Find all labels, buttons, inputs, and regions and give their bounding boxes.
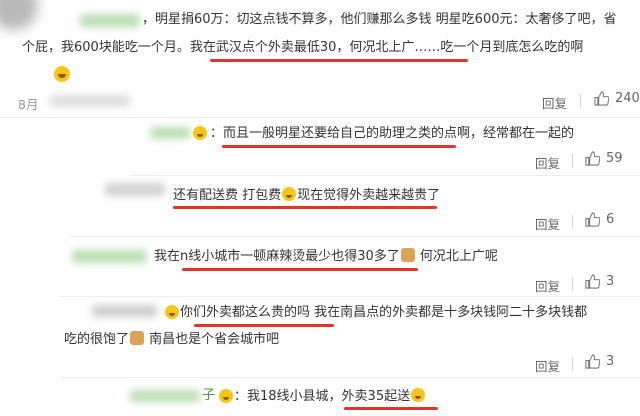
reply-button[interactable]: 回复 bbox=[535, 356, 560, 375]
reply-button[interactable]: 回复 bbox=[542, 93, 567, 112]
comment-date: 8月 bbox=[18, 97, 39, 112]
separator bbox=[70, 236, 640, 237]
separator bbox=[60, 377, 640, 378]
separator bbox=[60, 296, 640, 297]
like-button[interactable]: 6 bbox=[585, 212, 614, 227]
username-redacted[interactable] bbox=[130, 390, 200, 402]
doge-emoji-icon bbox=[130, 331, 145, 345]
thumbs-up-icon bbox=[585, 354, 600, 369]
comment-text-line2: 吃的很饱了 南昌也是个省会城市吧 bbox=[64, 331, 280, 347]
like-count: 240 bbox=[615, 91, 640, 106]
highlight-underline bbox=[173, 206, 437, 209]
separator bbox=[0, 117, 640, 118]
laughing-emoji-icon bbox=[54, 66, 70, 82]
username-redacted[interactable] bbox=[92, 305, 157, 317]
divider bbox=[580, 94, 581, 108]
like-count: 59 bbox=[606, 151, 623, 166]
avatar-badge-icon bbox=[193, 126, 207, 140]
username-redacted[interactable] bbox=[105, 183, 165, 196]
like-button[interactable]: 59 bbox=[585, 151, 623, 166]
laughing-emoji-icon bbox=[282, 187, 297, 201]
separator bbox=[130, 175, 640, 176]
avatar-badge-icon bbox=[219, 389, 233, 403]
thumbs-up-icon bbox=[594, 91, 609, 106]
comment-text: 你们外卖都这么贵的吗 我在南昌点的外卖都是十多块钱阿二十多块钱都 bbox=[180, 305, 588, 320]
thumbs-up-icon bbox=[585, 274, 600, 289]
thumbs-up-icon bbox=[585, 212, 600, 227]
like-button[interactable]: 3 bbox=[585, 354, 614, 369]
highlight-underline bbox=[344, 407, 438, 410]
comment-text-line2: 个屁，我600块能吃一个月。我在武汉点个外卖最低30，何况北上广……吃一个月到底… bbox=[22, 40, 584, 55]
like-button[interactable]: 240 bbox=[594, 91, 640, 106]
laughing-emoji-icon bbox=[411, 388, 426, 402]
username-redacted[interactable] bbox=[80, 14, 140, 27]
meta-redacted bbox=[50, 95, 130, 107]
username-fragment[interactable]: 子 bbox=[202, 388, 215, 404]
like-count: 6 bbox=[606, 212, 615, 227]
comment-text: ，明星捐60万：切这点钱不算多，他们赚那么多钱 明星吃600元：太奢侈了吧，省 bbox=[142, 12, 617, 27]
avatar[interactable] bbox=[0, 0, 38, 30]
doge-emoji-icon bbox=[400, 248, 415, 262]
highlight-underline bbox=[194, 324, 334, 327]
comment-text: 还有配送费 打包费 现在觉得外卖越来越贵了 bbox=[173, 187, 441, 203]
comment-text: ：我18线小县城，外卖35起送 bbox=[234, 388, 426, 405]
divider bbox=[572, 277, 573, 291]
reply-button[interactable]: 回复 bbox=[535, 153, 560, 172]
like-button[interactable]: 3 bbox=[585, 274, 614, 289]
highlight-underline bbox=[210, 59, 468, 62]
divider bbox=[572, 154, 573, 168]
reply-button[interactable]: 回复 bbox=[535, 214, 560, 233]
like-count: 3 bbox=[606, 274, 615, 289]
username-redacted[interactable] bbox=[150, 127, 190, 139]
divider bbox=[572, 215, 573, 229]
reply-button[interactable]: 回复 bbox=[535, 276, 560, 295]
like-count: 3 bbox=[606, 354, 615, 369]
divider bbox=[572, 357, 573, 371]
thumbs-up-icon bbox=[585, 151, 600, 166]
highlight-underline bbox=[182, 268, 418, 271]
username-redacted[interactable] bbox=[72, 250, 147, 263]
comment-text: ：而且一般明星还要给自己的助理之类的点啊，经常都在一起的 bbox=[210, 126, 575, 141]
highlight-underline bbox=[222, 145, 456, 148]
comment-text: 我在n线小城市一顿麻辣烫最少也得30多了 何况北上广呢 bbox=[154, 248, 498, 264]
avatar-badge-icon bbox=[165, 305, 179, 319]
